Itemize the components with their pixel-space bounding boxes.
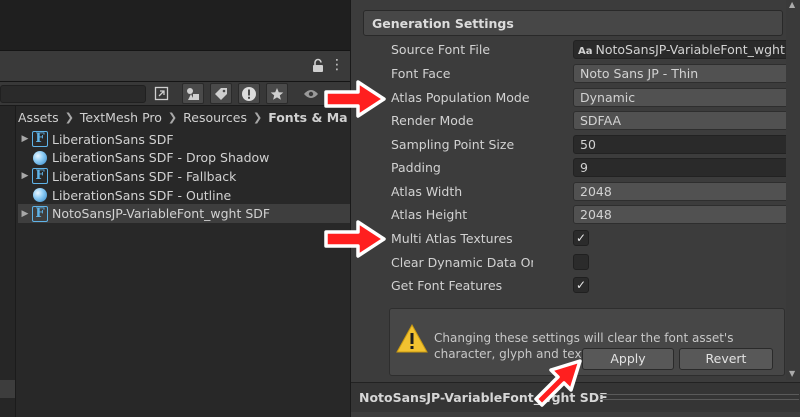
- property-atlas-population-mode: Atlas Population Mode Dynamic ▼: [391, 88, 800, 108]
- property-padding: Padding 9: [391, 158, 800, 178]
- property-label: Source Font File: [391, 42, 491, 57]
- source-font-file-field[interactable]: Aa NotoSansJP-VariableFont_wght: [573, 40, 800, 59]
- field-value: NotoSansJP-VariableFont_wght: [595, 42, 785, 57]
- property-multi-atlas-textures: Multi Atlas Textures ✓: [391, 229, 783, 249]
- property-label: Render Mode: [391, 113, 474, 128]
- visibility-eye-icon[interactable]: [300, 83, 322, 104]
- breadcrumb: Assets ❯ TextMesh Pro ❯ Resources ❯ Font…: [18, 107, 350, 127]
- clear-dynamic-data-checkbox[interactable]: [573, 254, 589, 270]
- search-input[interactable]: [0, 85, 146, 103]
- get-font-features-checkbox[interactable]: ✓: [573, 277, 589, 293]
- project-toolbar: [0, 82, 350, 106]
- list-item-selected[interactable]: ▶ F NotoSansJP-VariableFont_wght SDF: [18, 204, 350, 223]
- breadcrumb-textmesh-pro[interactable]: TextMesh Pro: [80, 110, 162, 125]
- expand-triangle-icon[interactable]: ▶: [18, 171, 32, 181]
- dropdown-value: Dynamic: [580, 90, 636, 105]
- property-label: Multi Atlas Textures: [391, 231, 513, 246]
- scroll-down-icon[interactable]: ▼: [789, 369, 795, 378]
- annotation-arrow-icon: [324, 80, 386, 118]
- filter-by-label-icon[interactable]: [210, 83, 232, 104]
- material-icon: [33, 188, 47, 203]
- asset-name: NotoSansJP-VariableFont_wght SDF: [52, 206, 271, 222]
- property-label: Get Font Features: [391, 278, 503, 293]
- atlas-width-dropdown[interactable]: 2048 ▼: [573, 182, 800, 201]
- expand-triangle-icon[interactable]: ▶: [18, 209, 32, 219]
- apply-button[interactable]: Apply: [582, 348, 674, 370]
- asset-name: LiberationSans SDF: [52, 131, 174, 147]
- property-label: Clear Dynamic Data On: [391, 255, 533, 270]
- padding-input[interactable]: 9: [573, 158, 800, 177]
- property-atlas-width: Atlas Width 2048 ▼: [391, 182, 800, 202]
- font-file-icon: Aa: [578, 46, 593, 57]
- open-folder-icon[interactable]: [150, 83, 172, 104]
- font-asset-icon: F: [32, 205, 48, 222]
- dropdown-value: 2048: [580, 184, 612, 199]
- annotation-arrow-icon: [534, 359, 582, 407]
- project-tab-bar: ⋮: [0, 50, 350, 82]
- asset-list: ▶ F LiberationSans SDF LiberationSans SD…: [18, 130, 350, 223]
- section-title: Generation Settings: [372, 16, 514, 31]
- property-clear-dynamic-data: Clear Dynamic Data On: [391, 253, 783, 273]
- property-label: Font Face: [391, 66, 451, 81]
- kebab-menu-icon[interactable]: ⋮: [330, 57, 344, 73]
- section-header[interactable]: Generation Settings: [363, 10, 783, 36]
- property-atlas-height: Atlas Height 2048 ▼: [391, 205, 800, 225]
- annotation-arrow-icon: [324, 220, 386, 258]
- folder-tree-selection: [0, 380, 15, 398]
- font-face-dropdown[interactable]: Noto Sans JP - Thin ▼: [573, 64, 800, 83]
- favorites-star-icon[interactable]: [266, 83, 288, 104]
- filter-by-type-icon[interactable]: [182, 83, 204, 104]
- scroll-up-icon[interactable]: ▲: [789, 0, 795, 9]
- warning-filter-icon[interactable]: [238, 83, 260, 104]
- property-render-mode: Render Mode SDFAA ▼: [391, 111, 800, 131]
- font-asset-icon: F: [32, 131, 48, 148]
- scene-view-area: [0, 0, 350, 50]
- revert-button[interactable]: Revert: [679, 348, 773, 370]
- dropdown-value: SDFAA: [580, 113, 622, 128]
- breadcrumb-assets[interactable]: Assets: [18, 110, 59, 125]
- material-icon: [33, 150, 47, 165]
- property-sampling-point-size: Sampling Point Size 50: [391, 135, 800, 155]
- inspector-scrollbar[interactable]: ▲ ▼: [786, 0, 800, 380]
- resize-grip[interactable]: [599, 394, 799, 400]
- warning-icon: [396, 323, 428, 353]
- asset-name: LiberationSans SDF - Fallback: [52, 168, 237, 184]
- property-get-font-features: Get Font Features ✓: [391, 276, 783, 296]
- lock-icon[interactable]: [312, 58, 324, 73]
- list-item[interactable]: ▶ F LiberationSans SDF: [18, 130, 350, 149]
- dropdown-value: Noto Sans JP - Thin: [580, 66, 699, 81]
- property-label: Atlas Height: [391, 207, 468, 222]
- project-window: ⋮ Assets ❯ TextMesh Pro ❯ Resources ❯ Fo…: [0, 0, 350, 417]
- font-asset-icon: F: [32, 168, 48, 185]
- atlas-population-mode-dropdown[interactable]: Dynamic ▼: [573, 88, 800, 107]
- breadcrumb-resources[interactable]: Resources: [183, 110, 247, 125]
- expand-triangle-icon[interactable]: ▶: [18, 134, 32, 144]
- property-label: Atlas Width: [391, 184, 463, 199]
- sampling-point-size-input[interactable]: 50: [573, 135, 800, 154]
- asset-name: LiberationSans SDF - Outline: [52, 187, 232, 203]
- chevron-right-icon: ❯: [252, 110, 263, 124]
- atlas-height-dropdown[interactable]: 2048 ▼: [573, 205, 800, 224]
- dropdown-value: 2048: [580, 207, 612, 222]
- property-label: Atlas Population Mode: [391, 90, 530, 105]
- chevron-right-icon: ❯: [64, 110, 74, 124]
- multi-atlas-textures-checkbox[interactable]: ✓: [573, 230, 589, 246]
- list-item[interactable]: LiberationSans SDF - Drop Shadow: [18, 149, 350, 168]
- render-mode-dropdown[interactable]: SDFAA ▼: [573, 111, 800, 130]
- list-item[interactable]: LiberationSans SDF - Outline: [18, 186, 350, 205]
- property-label: Padding: [391, 160, 441, 175]
- chevron-right-icon: ❯: [167, 110, 178, 124]
- list-item[interactable]: ▶ F LiberationSans SDF - Fallback: [18, 167, 350, 186]
- property-font-face: Font Face Noto Sans JP - Thin ▼: [391, 64, 800, 84]
- property-label: Sampling Point Size: [391, 137, 515, 152]
- asset-name: LiberationSans SDF - Drop Shadow: [52, 150, 270, 166]
- property-source-font-file: Source Font File Aa NotoSansJP-VariableFo…: [391, 40, 800, 60]
- folder-tree-strip: [0, 106, 16, 417]
